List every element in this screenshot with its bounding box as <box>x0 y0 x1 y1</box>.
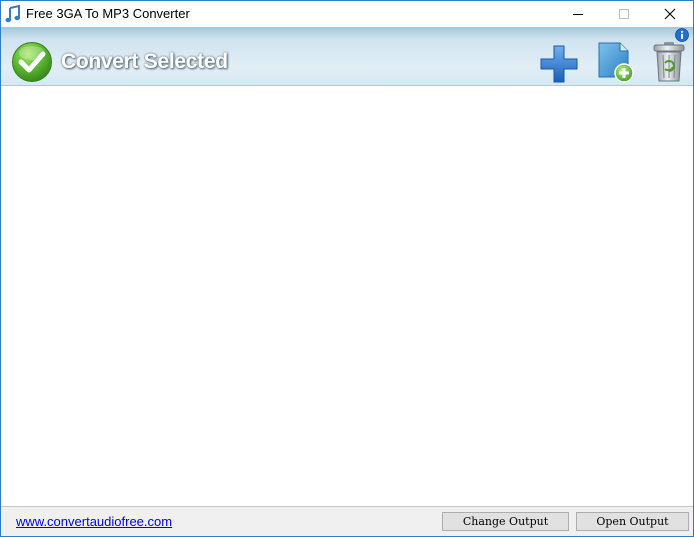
minimize-icon <box>573 14 583 15</box>
info-icon[interactable] <box>675 28 689 42</box>
check-circle-icon <box>12 42 52 82</box>
window-title: Free 3GA To MP3 Converter <box>26 6 190 21</box>
title-bar[interactable]: Free 3GA To MP3 Converter <box>1 1 693 27</box>
convert-selected-label: Convert Selected <box>61 50 228 73</box>
close-icon <box>664 8 676 20</box>
app-window: Free 3GA To MP3 Converter Convert Select… <box>0 0 694 537</box>
minimize-button[interactable] <box>555 1 601 27</box>
maximize-icon <box>619 9 629 19</box>
file-list-area[interactable] <box>1 86 693 506</box>
add-plus-icon[interactable] <box>539 44 579 84</box>
music-note-icon <box>5 5 20 23</box>
close-button[interactable] <box>647 1 693 27</box>
convert-selected-button[interactable]: Convert Selected <box>11 40 228 84</box>
maximize-button[interactable] <box>601 1 647 27</box>
add-file-icon[interactable] <box>596 41 636 83</box>
open-output-button[interactable]: Open Output <box>576 512 689 531</box>
trash-icon[interactable] <box>652 41 686 83</box>
change-output-button[interactable]: Change Output <box>442 512 569 531</box>
status-bar: www.convertaudiofree.com Change Output O… <box>1 506 693 536</box>
website-link[interactable]: www.convertaudiofree.com <box>16 514 172 529</box>
toolbar: Convert Selected <box>1 27 693 86</box>
